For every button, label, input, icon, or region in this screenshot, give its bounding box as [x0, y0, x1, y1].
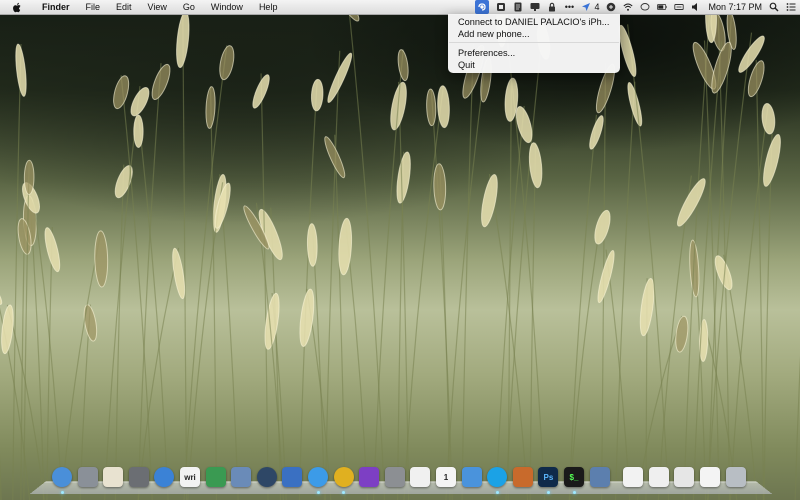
- running-indicator: [495, 491, 499, 494]
- chat-status-icon[interactable]: [640, 2, 650, 12]
- phone-connect-status-icon[interactable]: [475, 0, 490, 14]
- apple-menu-icon[interactable]: [12, 1, 24, 13]
- running-indicator: [60, 491, 64, 494]
- file-icon[interactable]: [700, 467, 720, 487]
- bird-app-icon[interactable]: [282, 467, 303, 487]
- more-dots-icon[interactable]: •••: [564, 2, 574, 12]
- chrome-icon[interactable]: [333, 467, 354, 487]
- terminal-label: $_: [569, 472, 579, 482]
- battery-icon[interactable]: [657, 2, 668, 12]
- terminal-icon[interactable]: $_: [564, 467, 584, 487]
- spreadsheet-icon[interactable]: [648, 467, 669, 487]
- display-status-icon[interactable]: [530, 2, 540, 12]
- running-indicator: [546, 491, 550, 494]
- menu-go[interactable]: Go: [175, 0, 203, 14]
- printer-icon[interactable]: [674, 467, 695, 487]
- document-icon[interactable]: [623, 467, 644, 487]
- menu-bar: Finder File Edit View Go Window Help •••…: [0, 0, 800, 15]
- menu-window[interactable]: Window: [203, 0, 251, 14]
- calendar-label: 1: [443, 472, 449, 482]
- volume-icon[interactable]: [691, 2, 701, 12]
- writer-label: wri: [184, 472, 196, 482]
- location-count: 4: [594, 2, 600, 12]
- photo-viewer-icon[interactable]: [128, 467, 149, 487]
- menu-item-connect-phone[interactable]: Connect to DANIEL PALACIO's iPh...: [458, 16, 609, 28]
- phone-connect-dropdown-menu: Connect to DANIEL PALACIO's iPh... Add n…: [448, 14, 620, 73]
- photoshop-label: Ps: [543, 472, 554, 482]
- tasks-icon[interactable]: [359, 467, 380, 487]
- sync-status-icon[interactable]: [606, 2, 616, 12]
- dropbox-status-icon[interactable]: [496, 2, 506, 12]
- menu-app-name[interactable]: Finder: [34, 0, 78, 14]
- location-arrow-icon[interactable]: [581, 2, 591, 12]
- text-editor-icon[interactable]: [410, 467, 431, 487]
- messages-icon[interactable]: [308, 467, 328, 487]
- app-status-icon[interactable]: [513, 2, 523, 12]
- image-editor-icon[interactable]: [231, 467, 252, 487]
- wifi-icon[interactable]: [623, 2, 634, 12]
- menu-item-preferences[interactable]: Preferences...: [458, 47, 515, 59]
- system-preferences-icon[interactable]: [256, 467, 277, 487]
- keyboard-status-icon[interactable]: [674, 2, 685, 12]
- menu-divider: [449, 42, 619, 43]
- running-indicator: [572, 491, 576, 494]
- calendar-icon[interactable]: 1: [436, 467, 456, 487]
- presentation-icon[interactable]: [512, 467, 533, 487]
- desktop-wallpaper: [0, 0, 800, 500]
- menu-clock[interactable]: Mon 7:17 PM: [708, 2, 762, 12]
- notes-icon[interactable]: [103, 467, 124, 487]
- trash-icon[interactable]: [725, 467, 746, 487]
- photoshop-icon[interactable]: Ps: [538, 467, 559, 487]
- notification-center-icon[interactable]: [786, 2, 796, 12]
- menu-item-quit[interactable]: Quit: [458, 59, 475, 71]
- location-app-icon[interactable]: [461, 467, 482, 487]
- finder-icon[interactable]: [52, 467, 72, 487]
- xcode-icon[interactable]: [589, 467, 610, 487]
- wallpaper-grass-image: [0, 0, 800, 500]
- running-indicator: [316, 491, 320, 494]
- menu-edit[interactable]: Edit: [108, 0, 140, 14]
- spotlight-search-icon[interactable]: [769, 2, 779, 12]
- dock: wri 1 Ps $_: [30, 465, 772, 495]
- menu-item-add-new-phone[interactable]: Add new phone...: [458, 28, 530, 40]
- rocket-icon[interactable]: [77, 467, 98, 487]
- menu-help[interactable]: Help: [251, 0, 286, 14]
- menu-view[interactable]: View: [140, 0, 175, 14]
- writer-icon[interactable]: wri: [180, 467, 200, 487]
- lock-status-icon[interactable]: [547, 2, 557, 12]
- menu-file[interactable]: File: [78, 0, 109, 14]
- pencil-app-icon[interactable]: [205, 467, 226, 487]
- calculator-icon[interactable]: [384, 467, 405, 487]
